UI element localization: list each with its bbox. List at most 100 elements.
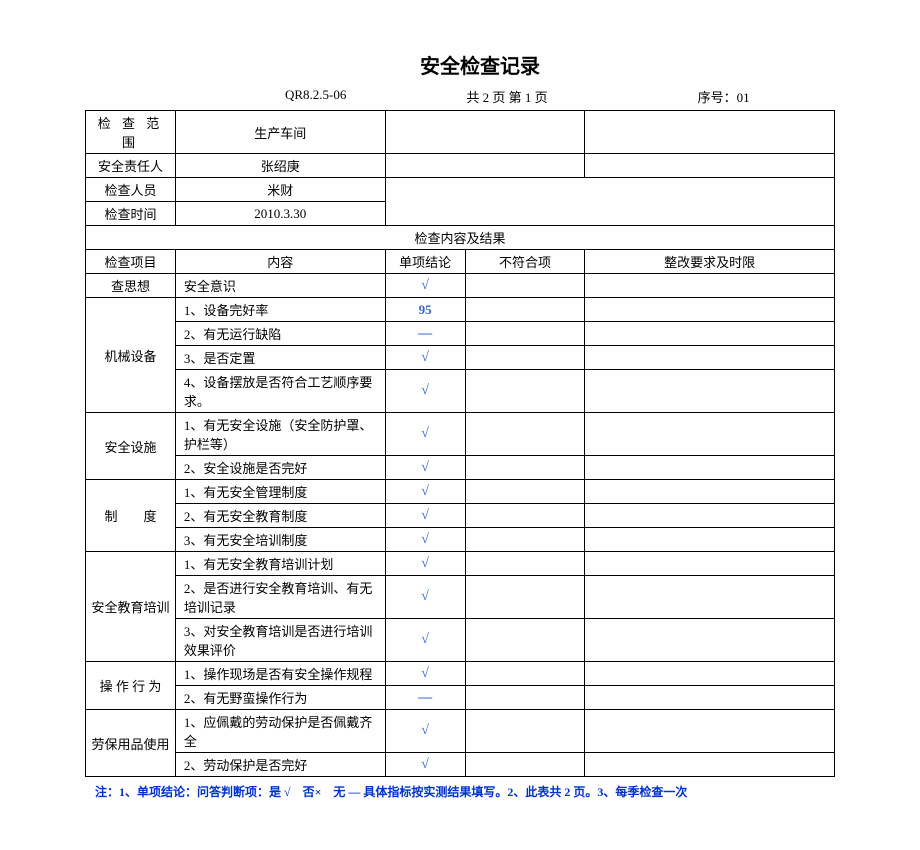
table-row: 劳保用品使用1、应佩戴的劳动保护是否佩戴齐全√ bbox=[86, 710, 835, 753]
result-cell: √ bbox=[385, 619, 465, 662]
col-result: 单项结论 bbox=[385, 250, 465, 274]
corrective-cell bbox=[585, 686, 835, 710]
table-row: 机械设备1、设备完好率95 bbox=[86, 298, 835, 322]
section-header: 检查内容及结果 bbox=[86, 226, 835, 250]
nonconform-cell bbox=[465, 753, 585, 777]
doc-code: QR8.2.5-06 bbox=[285, 87, 346, 106]
result-cell: √ bbox=[385, 552, 465, 576]
nonconform-cell bbox=[465, 413, 585, 456]
nonconform-cell bbox=[465, 619, 585, 662]
column-header-row: 检查项目 内容 单项结论 不符合项 整改要求及时限 bbox=[86, 250, 835, 274]
corrective-cell bbox=[585, 298, 835, 322]
result-cell: √ bbox=[385, 370, 465, 413]
category-cell: 制 度 bbox=[86, 480, 176, 552]
result-cell: √ bbox=[385, 456, 465, 480]
scope-row: 检 查 范 围 生产车间 bbox=[86, 111, 835, 154]
doc-title: 安全检查记录 bbox=[125, 50, 835, 79]
col-item: 检查项目 bbox=[86, 250, 176, 274]
content-cell: 1、应佩戴的劳动保护是否佩戴齐全 bbox=[175, 710, 385, 753]
scope-label: 检 查 范 围 bbox=[86, 111, 176, 154]
corrective-cell bbox=[585, 619, 835, 662]
time-label: 检查时间 bbox=[86, 202, 176, 226]
inspector-value: 米财 bbox=[175, 178, 385, 202]
category-cell: 机械设备 bbox=[86, 298, 176, 413]
nonconform-cell bbox=[465, 576, 585, 619]
time-value: 2010.3.30 bbox=[175, 202, 385, 226]
content-cell: 4、设备摆放是否符合工艺顺序要求。 bbox=[175, 370, 385, 413]
nonconform-cell bbox=[465, 346, 585, 370]
result-cell: √ bbox=[385, 274, 465, 298]
inspection-table: 检 查 范 围 生产车间 安全责任人 张绍庚 检查人员 米财 检查时间 2010… bbox=[85, 110, 835, 777]
col-content: 内容 bbox=[175, 250, 385, 274]
result-cell: 95 bbox=[385, 298, 465, 322]
content-cell: 3、是否定置 bbox=[175, 346, 385, 370]
table-row: 4、设备摆放是否符合工艺顺序要求。√ bbox=[86, 370, 835, 413]
table-row: 3、有无安全培训制度√ bbox=[86, 528, 835, 552]
empty-cell bbox=[385, 111, 585, 154]
page-info: 共 2 页 第 1 页 bbox=[466, 87, 547, 106]
content-cell: 3、对安全教育培训是否进行培训效果评价 bbox=[175, 619, 385, 662]
corrective-cell bbox=[585, 710, 835, 753]
table-row: 3、对安全教育培训是否进行培训效果评价√ bbox=[86, 619, 835, 662]
col-nonconform: 不符合项 bbox=[465, 250, 585, 274]
result-cell: √ bbox=[385, 528, 465, 552]
corrective-cell bbox=[585, 322, 835, 346]
table-row: 查思想安全意识√ bbox=[86, 274, 835, 298]
nonconform-cell bbox=[465, 480, 585, 504]
content-cell: 2、劳动保护是否完好 bbox=[175, 753, 385, 777]
result-cell: √ bbox=[385, 753, 465, 777]
content-cell: 1、有无安全管理制度 bbox=[175, 480, 385, 504]
corrective-cell bbox=[585, 753, 835, 777]
scope-value: 生产车间 bbox=[175, 111, 385, 154]
table-row: 2、是否进行安全教育培训、有无培训记录√ bbox=[86, 576, 835, 619]
section-header-row: 检查内容及结果 bbox=[86, 226, 835, 250]
nonconform-cell bbox=[465, 456, 585, 480]
empty-cell bbox=[385, 154, 585, 178]
corrective-cell bbox=[585, 504, 835, 528]
table-row: 操 作 行 为1、操作现场是否有安全操作规程√ bbox=[86, 662, 835, 686]
table-row: 安全设施1、有无安全设施（安全防护罩、护栏等）√ bbox=[86, 413, 835, 456]
nonconform-cell bbox=[465, 528, 585, 552]
content-cell: 2、有无运行缺陷 bbox=[175, 322, 385, 346]
category-cell: 安全教育培训 bbox=[86, 552, 176, 662]
content-cell: 2、安全设施是否完好 bbox=[175, 456, 385, 480]
inspector-label: 检查人员 bbox=[86, 178, 176, 202]
category-cell: 操 作 行 为 bbox=[86, 662, 176, 710]
empty-cell bbox=[385, 178, 834, 226]
table-row: 2、有无野蛮操作行为— bbox=[86, 686, 835, 710]
corrective-cell bbox=[585, 413, 835, 456]
responsible-label: 安全责任人 bbox=[86, 154, 176, 178]
table-row: 2、安全设施是否完好√ bbox=[86, 456, 835, 480]
category-cell: 安全设施 bbox=[86, 413, 176, 480]
table-row: 2、劳动保护是否完好√ bbox=[86, 753, 835, 777]
table-row: 安全教育培训1、有无安全教育培训计划√ bbox=[86, 552, 835, 576]
corrective-cell bbox=[585, 370, 835, 413]
content-cell: 安全意识 bbox=[175, 274, 385, 298]
corrective-cell bbox=[585, 576, 835, 619]
content-cell: 1、设备完好率 bbox=[175, 298, 385, 322]
table-row: 2、有无安全教育制度√ bbox=[86, 504, 835, 528]
col-corrective: 整改要求及时限 bbox=[585, 250, 835, 274]
corrective-cell bbox=[585, 480, 835, 504]
empty-cell bbox=[585, 111, 835, 154]
nonconform-cell bbox=[465, 686, 585, 710]
inspector-row: 检查人员 米财 bbox=[86, 178, 835, 202]
corrective-cell bbox=[585, 662, 835, 686]
result-cell: √ bbox=[385, 710, 465, 753]
nonconform-cell bbox=[465, 552, 585, 576]
result-cell: — bbox=[385, 686, 465, 710]
result-cell: √ bbox=[385, 576, 465, 619]
nonconform-cell bbox=[465, 710, 585, 753]
table-row: 2、有无运行缺陷— bbox=[86, 322, 835, 346]
empty-cell bbox=[585, 154, 835, 178]
result-cell: √ bbox=[385, 480, 465, 504]
result-cell: √ bbox=[385, 504, 465, 528]
content-cell: 1、操作现场是否有安全操作规程 bbox=[175, 662, 385, 686]
result-cell: √ bbox=[385, 662, 465, 686]
table-row: 制 度1、有无安全管理制度√ bbox=[86, 480, 835, 504]
category-cell: 劳保用品使用 bbox=[86, 710, 176, 777]
corrective-cell bbox=[585, 456, 835, 480]
corrective-cell bbox=[585, 346, 835, 370]
footer-note: 注：1、单项结论：问答判断项：是 √ 否× 无 — 具体指标按实测结果填写。2、… bbox=[85, 777, 835, 800]
content-cell: 1、有无安全设施（安全防护罩、护栏等） bbox=[175, 413, 385, 456]
